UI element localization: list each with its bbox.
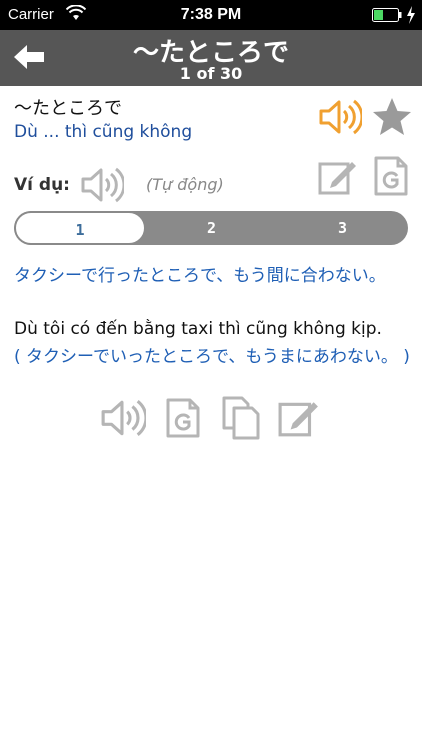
copy-icon[interactable] xyxy=(220,396,262,440)
example-label: Ví dụ: xyxy=(14,175,70,195)
example-reading: ( タクシーでいったところで、もうまにあわない。 ) xyxy=(14,347,410,367)
navigation-bar: 〜たところで 1 of 30 xyxy=(0,30,422,86)
tab-example-3[interactable]: 3 xyxy=(277,211,408,245)
tab-example-2[interactable]: 2 xyxy=(146,211,277,245)
term-meaning: Dù ... thì cũng không xyxy=(14,122,193,142)
example-tabs: 1 2 3 xyxy=(14,211,408,245)
auto-mode-label[interactable]: (Tự động) xyxy=(146,175,224,194)
google-translate-icon[interactable] xyxy=(372,156,410,196)
sentence-speaker-icon[interactable] xyxy=(100,398,146,438)
status-bar: Carrier 7:38 PM xyxy=(0,0,422,30)
term-text: 〜たところで xyxy=(14,98,122,119)
edit-icon[interactable] xyxy=(318,158,358,196)
sentence-edit-icon[interactable] xyxy=(278,398,320,438)
back-arrow-icon[interactable] xyxy=(12,42,46,72)
item-counter: 1 of 30 xyxy=(179,64,243,83)
star-icon[interactable] xyxy=(370,96,414,138)
status-time: 7:38 PM xyxy=(180,6,242,23)
example-speaker-icon[interactable] xyxy=(80,166,124,204)
tab-example-1[interactable]: 1 xyxy=(14,211,146,245)
speaker-icon[interactable] xyxy=(318,98,362,136)
example-japanese: タクシーで行ったところで、もう間に合わない。 xyxy=(14,266,386,286)
sentence-google-translate-icon[interactable] xyxy=(164,398,202,438)
battery-icon xyxy=(372,8,402,22)
charging-icon xyxy=(407,6,415,24)
example-vietnamese: Dù tôi có đến bằng taxi thì cũng không k… xyxy=(14,319,382,339)
